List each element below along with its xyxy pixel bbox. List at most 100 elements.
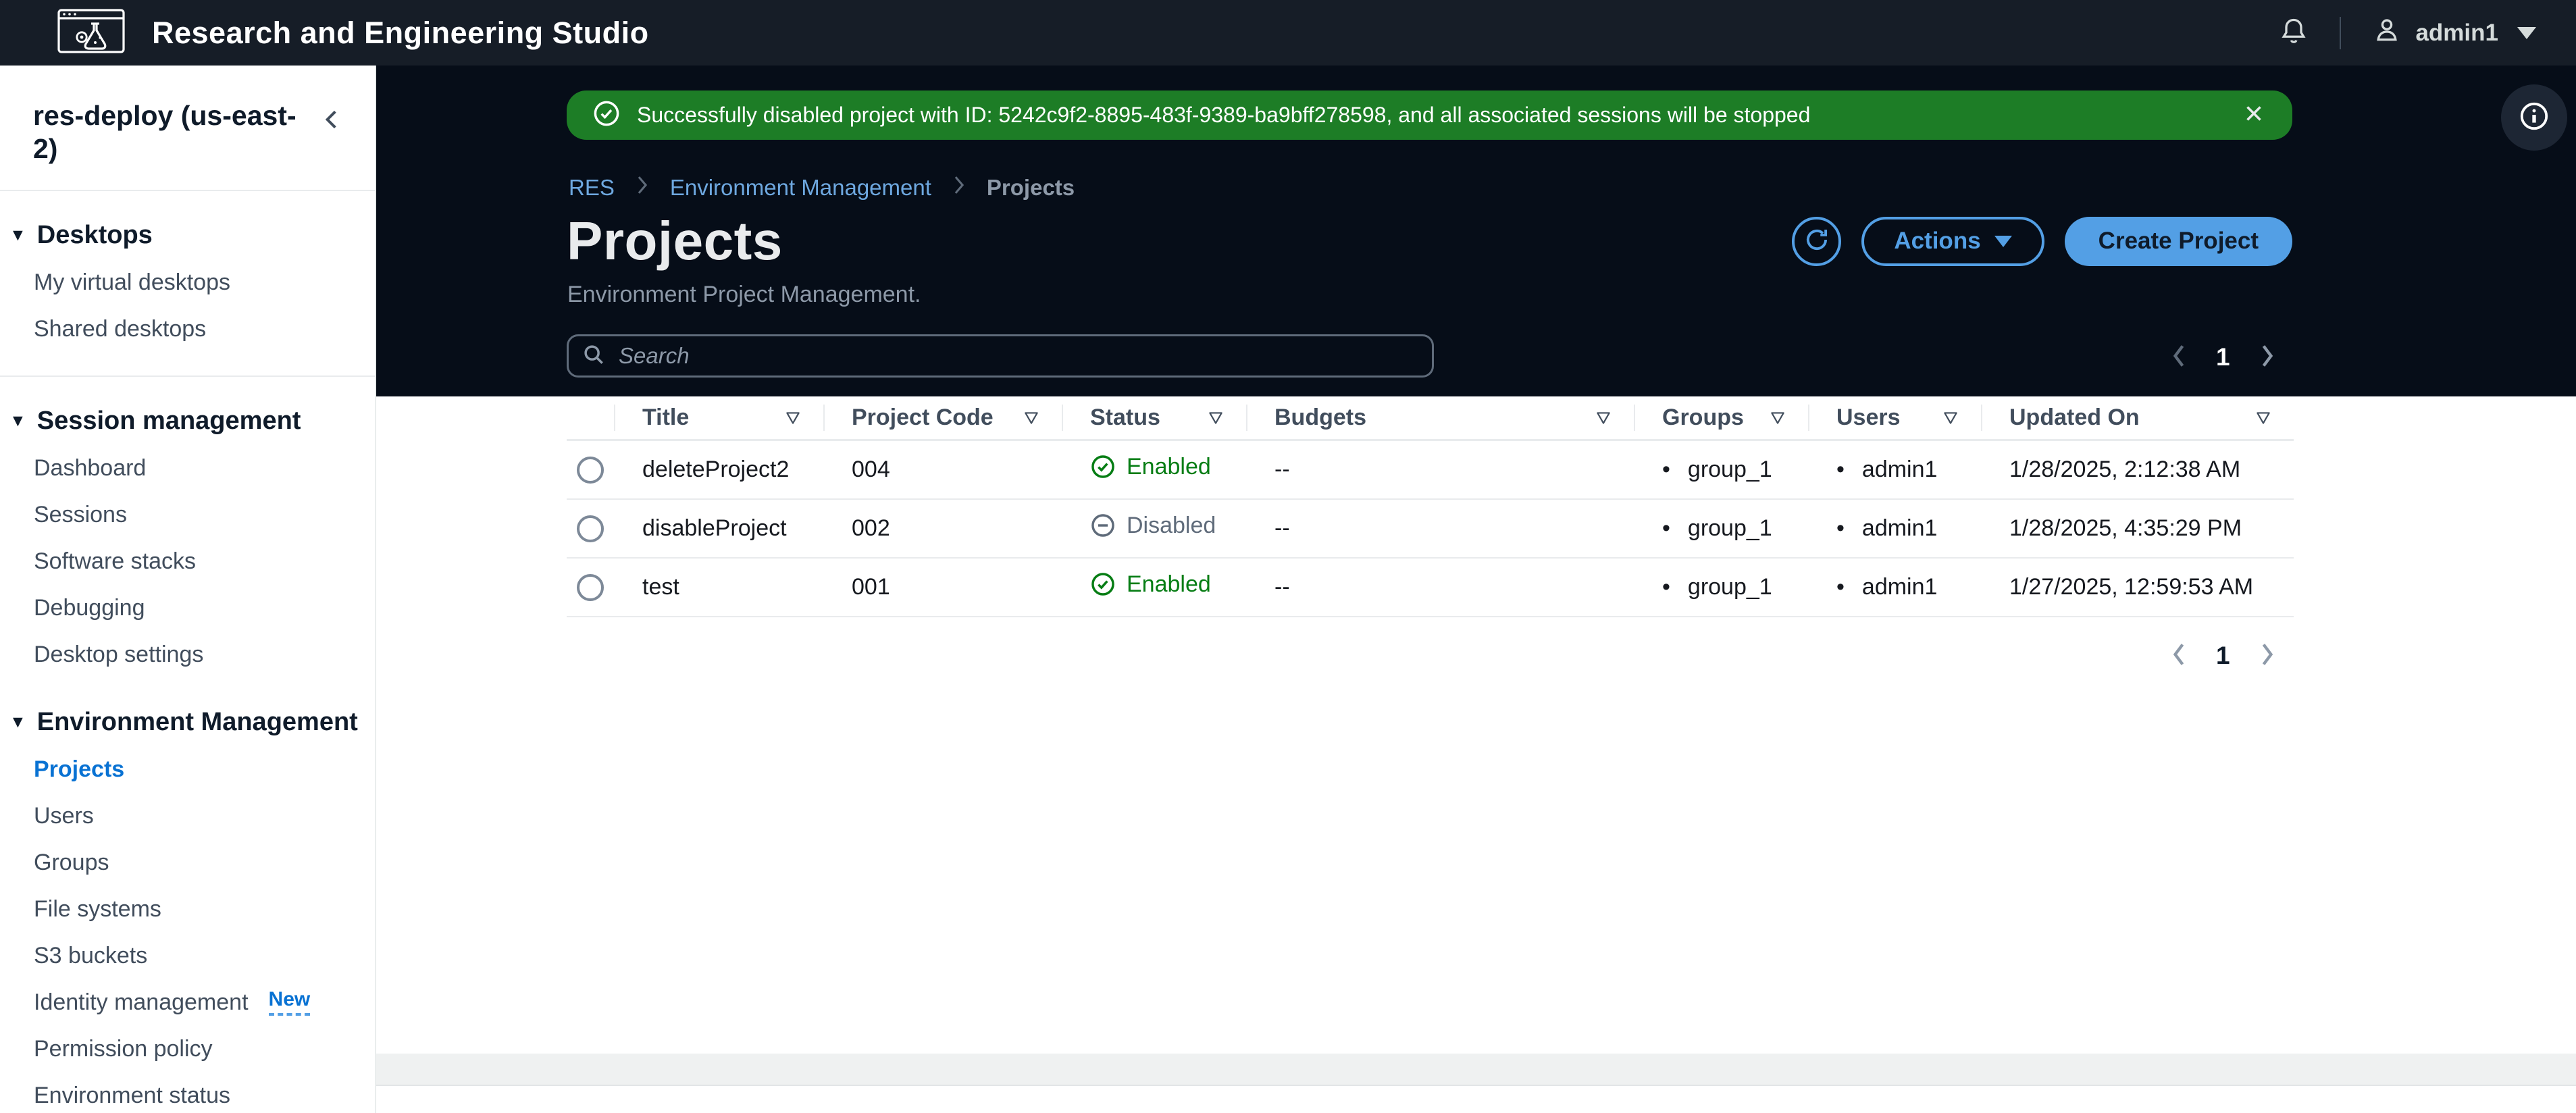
- column-filter-icon[interactable]: [1207, 409, 1225, 427]
- sidebar-item-projects[interactable]: Projects: [0, 746, 375, 793]
- cell-groups: • group_1: [1634, 559, 1808, 617]
- sidebar-item-label: My virtual desktops: [34, 269, 230, 296]
- cell-title: disableProject: [614, 500, 823, 559]
- sidebar-item-s3-buckets[interactable]: S3 buckets: [0, 933, 375, 979]
- col-status[interactable]: Status: [1062, 396, 1246, 441]
- chevron-left-icon: [2167, 342, 2190, 373]
- current-page[interactable]: 1: [2216, 343, 2230, 371]
- cell-groups: • group_1: [1634, 500, 1808, 559]
- sidebar-item-desktop-settings[interactable]: Desktop settings: [0, 631, 375, 678]
- actions-dropdown-button[interactable]: Actions: [1861, 216, 2044, 266]
- create-project-button[interactable]: Create Project: [2064, 216, 2292, 266]
- sidebar-item-label: File systems: [34, 896, 161, 923]
- sidebar-item-my-virtual-desktops[interactable]: My virtual desktops: [0, 259, 375, 306]
- col-title[interactable]: Title: [614, 396, 823, 441]
- side-navigation: res-deploy (us-east-2) ▼ Desktops My virtu…: [0, 66, 376, 1113]
- page-title: Projects: [567, 211, 783, 271]
- prev-page-button[interactable]: [2167, 342, 2190, 373]
- sidebar-item-shared-desktops[interactable]: Shared desktops: [0, 306, 375, 353]
- dismiss-flash-button[interactable]: [2241, 101, 2267, 130]
- refresh-button[interactable]: [1792, 216, 1842, 266]
- disclosure-triangle-icon: ▼: [9, 713, 26, 732]
- sidebar-item-software-stacks[interactable]: Software stacks: [0, 538, 375, 585]
- breadcrumb-res[interactable]: RES: [569, 175, 615, 201]
- col-updated-on[interactable]: Updated On: [1981, 396, 2294, 441]
- column-filter-icon[interactable]: [2255, 409, 2272, 427]
- column-filter-icon[interactable]: [1942, 409, 1959, 427]
- next-page-button[interactable]: [2256, 641, 2279, 671]
- current-page[interactable]: 1: [2216, 642, 2230, 670]
- bullet-icon: •: [1662, 574, 1670, 600]
- status-label: Disabled: [1127, 512, 1216, 538]
- cell-project-code: 004: [823, 441, 1062, 500]
- sidebar-item-sessions[interactable]: Sessions: [0, 492, 375, 538]
- status-label: Enabled: [1127, 453, 1211, 480]
- cell-users: • admin1: [1808, 559, 1981, 617]
- close-icon: [2241, 106, 2267, 129]
- cell-budgets: --: [1246, 441, 1634, 500]
- chevron-right-icon: [2256, 342, 2279, 373]
- deployment-title[interactable]: res-deploy (us-east-2): [33, 99, 297, 165]
- cell-budgets: --: [1246, 559, 1634, 617]
- notifications-button[interactable]: [2279, 16, 2309, 49]
- row-select-cell: [567, 441, 614, 500]
- user-menu[interactable]: admin1: [2372, 15, 2536, 51]
- col-label: Groups: [1662, 405, 1744, 430]
- new-badge: New: [268, 989, 311, 1016]
- sidebar-section-header[interactable]: ▼ Desktops: [0, 191, 375, 259]
- sidebar-item-users[interactable]: Users: [0, 793, 375, 839]
- sidebar-item-dashboard[interactable]: Dashboard: [0, 445, 375, 492]
- search-icon: [581, 342, 607, 371]
- brand[interactable]: Research and Engineering Studio: [57, 9, 649, 57]
- breadcrumb: RES Environment Management Projects: [569, 174, 1075, 202]
- search-input[interactable]: [617, 342, 1420, 369]
- chevron-right-icon: [2256, 641, 2279, 671]
- flash-message: Successfully disabled project with ID: 5…: [637, 103, 1811, 127]
- sidebar-item-environment-status[interactable]: Environment status: [0, 1072, 375, 1113]
- column-filter-icon[interactable]: [1595, 409, 1612, 427]
- sidebar-item-file-systems[interactable]: File systems: [0, 886, 375, 933]
- column-filter-icon[interactable]: [1769, 409, 1786, 427]
- cell-project-code: 001: [823, 559, 1062, 617]
- col-project-code[interactable]: Project Code: [823, 396, 1062, 441]
- cell-updated-on: 1/27/2025, 12:59:53 AM: [1981, 559, 2294, 617]
- row-select-cell: [567, 559, 614, 617]
- col-select: [567, 396, 614, 441]
- sidebar-section-header[interactable]: ▼ Environment Management: [0, 678, 375, 746]
- next-page-button[interactable]: [2256, 342, 2279, 373]
- sidebar-section-header[interactable]: ▼ Session management: [0, 377, 375, 445]
- column-filter-icon[interactable]: [1023, 409, 1040, 427]
- sidebar-item-label: Identity management: [34, 989, 249, 1016]
- horizontal-scrollbar-track[interactable]: [376, 1054, 2576, 1086]
- prev-page-button[interactable]: [2167, 641, 2190, 671]
- table-row: test 001 Enabled -- • group_1 • admin1 1/27/2025…: [567, 559, 2294, 617]
- col-label: Project Code: [852, 405, 994, 430]
- actions-label: Actions: [1894, 228, 1981, 254]
- sidebar-item-label: Dashboard: [34, 455, 147, 482]
- breadcrumb-environment-management[interactable]: Environment Management: [670, 175, 931, 201]
- collapse-sidebar-button[interactable]: [319, 105, 346, 138]
- tools-info-button[interactable]: [2501, 84, 2567, 151]
- cell-users: • admin1: [1808, 441, 1981, 500]
- disclosure-triangle-icon: ▼: [9, 411, 26, 431]
- row-radio[interactable]: [577, 574, 604, 601]
- row-radio[interactable]: [577, 515, 604, 542]
- sidebar-item-identity-management[interactable]: Identity management New: [0, 979, 375, 1026]
- sidebar-item-groups[interactable]: Groups: [0, 839, 375, 886]
- disclosure-triangle-icon: ▼: [9, 226, 26, 245]
- main-content: Successfully disabled project with ID: 5…: [376, 66, 2576, 1113]
- bullet-icon: •: [1662, 515, 1670, 541]
- col-budgets[interactable]: Budgets: [1246, 396, 1634, 441]
- sidebar-item-label: S3 buckets: [34, 943, 148, 969]
- bullet-icon: •: [1836, 457, 1845, 482]
- col-groups[interactable]: Groups: [1634, 396, 1808, 441]
- sidebar-item-permission-policy[interactable]: Permission policy: [0, 1026, 375, 1072]
- row-radio[interactable]: [577, 457, 604, 484]
- column-filter-icon[interactable]: [784, 409, 802, 427]
- pagination-top: 1: [2167, 336, 2279, 379]
- cell-project-code: 002: [823, 500, 1062, 559]
- row-select-cell: [567, 500, 614, 559]
- sidebar-section-label: Session management: [36, 407, 301, 436]
- col-users[interactable]: Users: [1808, 396, 1981, 441]
- sidebar-item-debugging[interactable]: Debugging: [0, 585, 375, 631]
